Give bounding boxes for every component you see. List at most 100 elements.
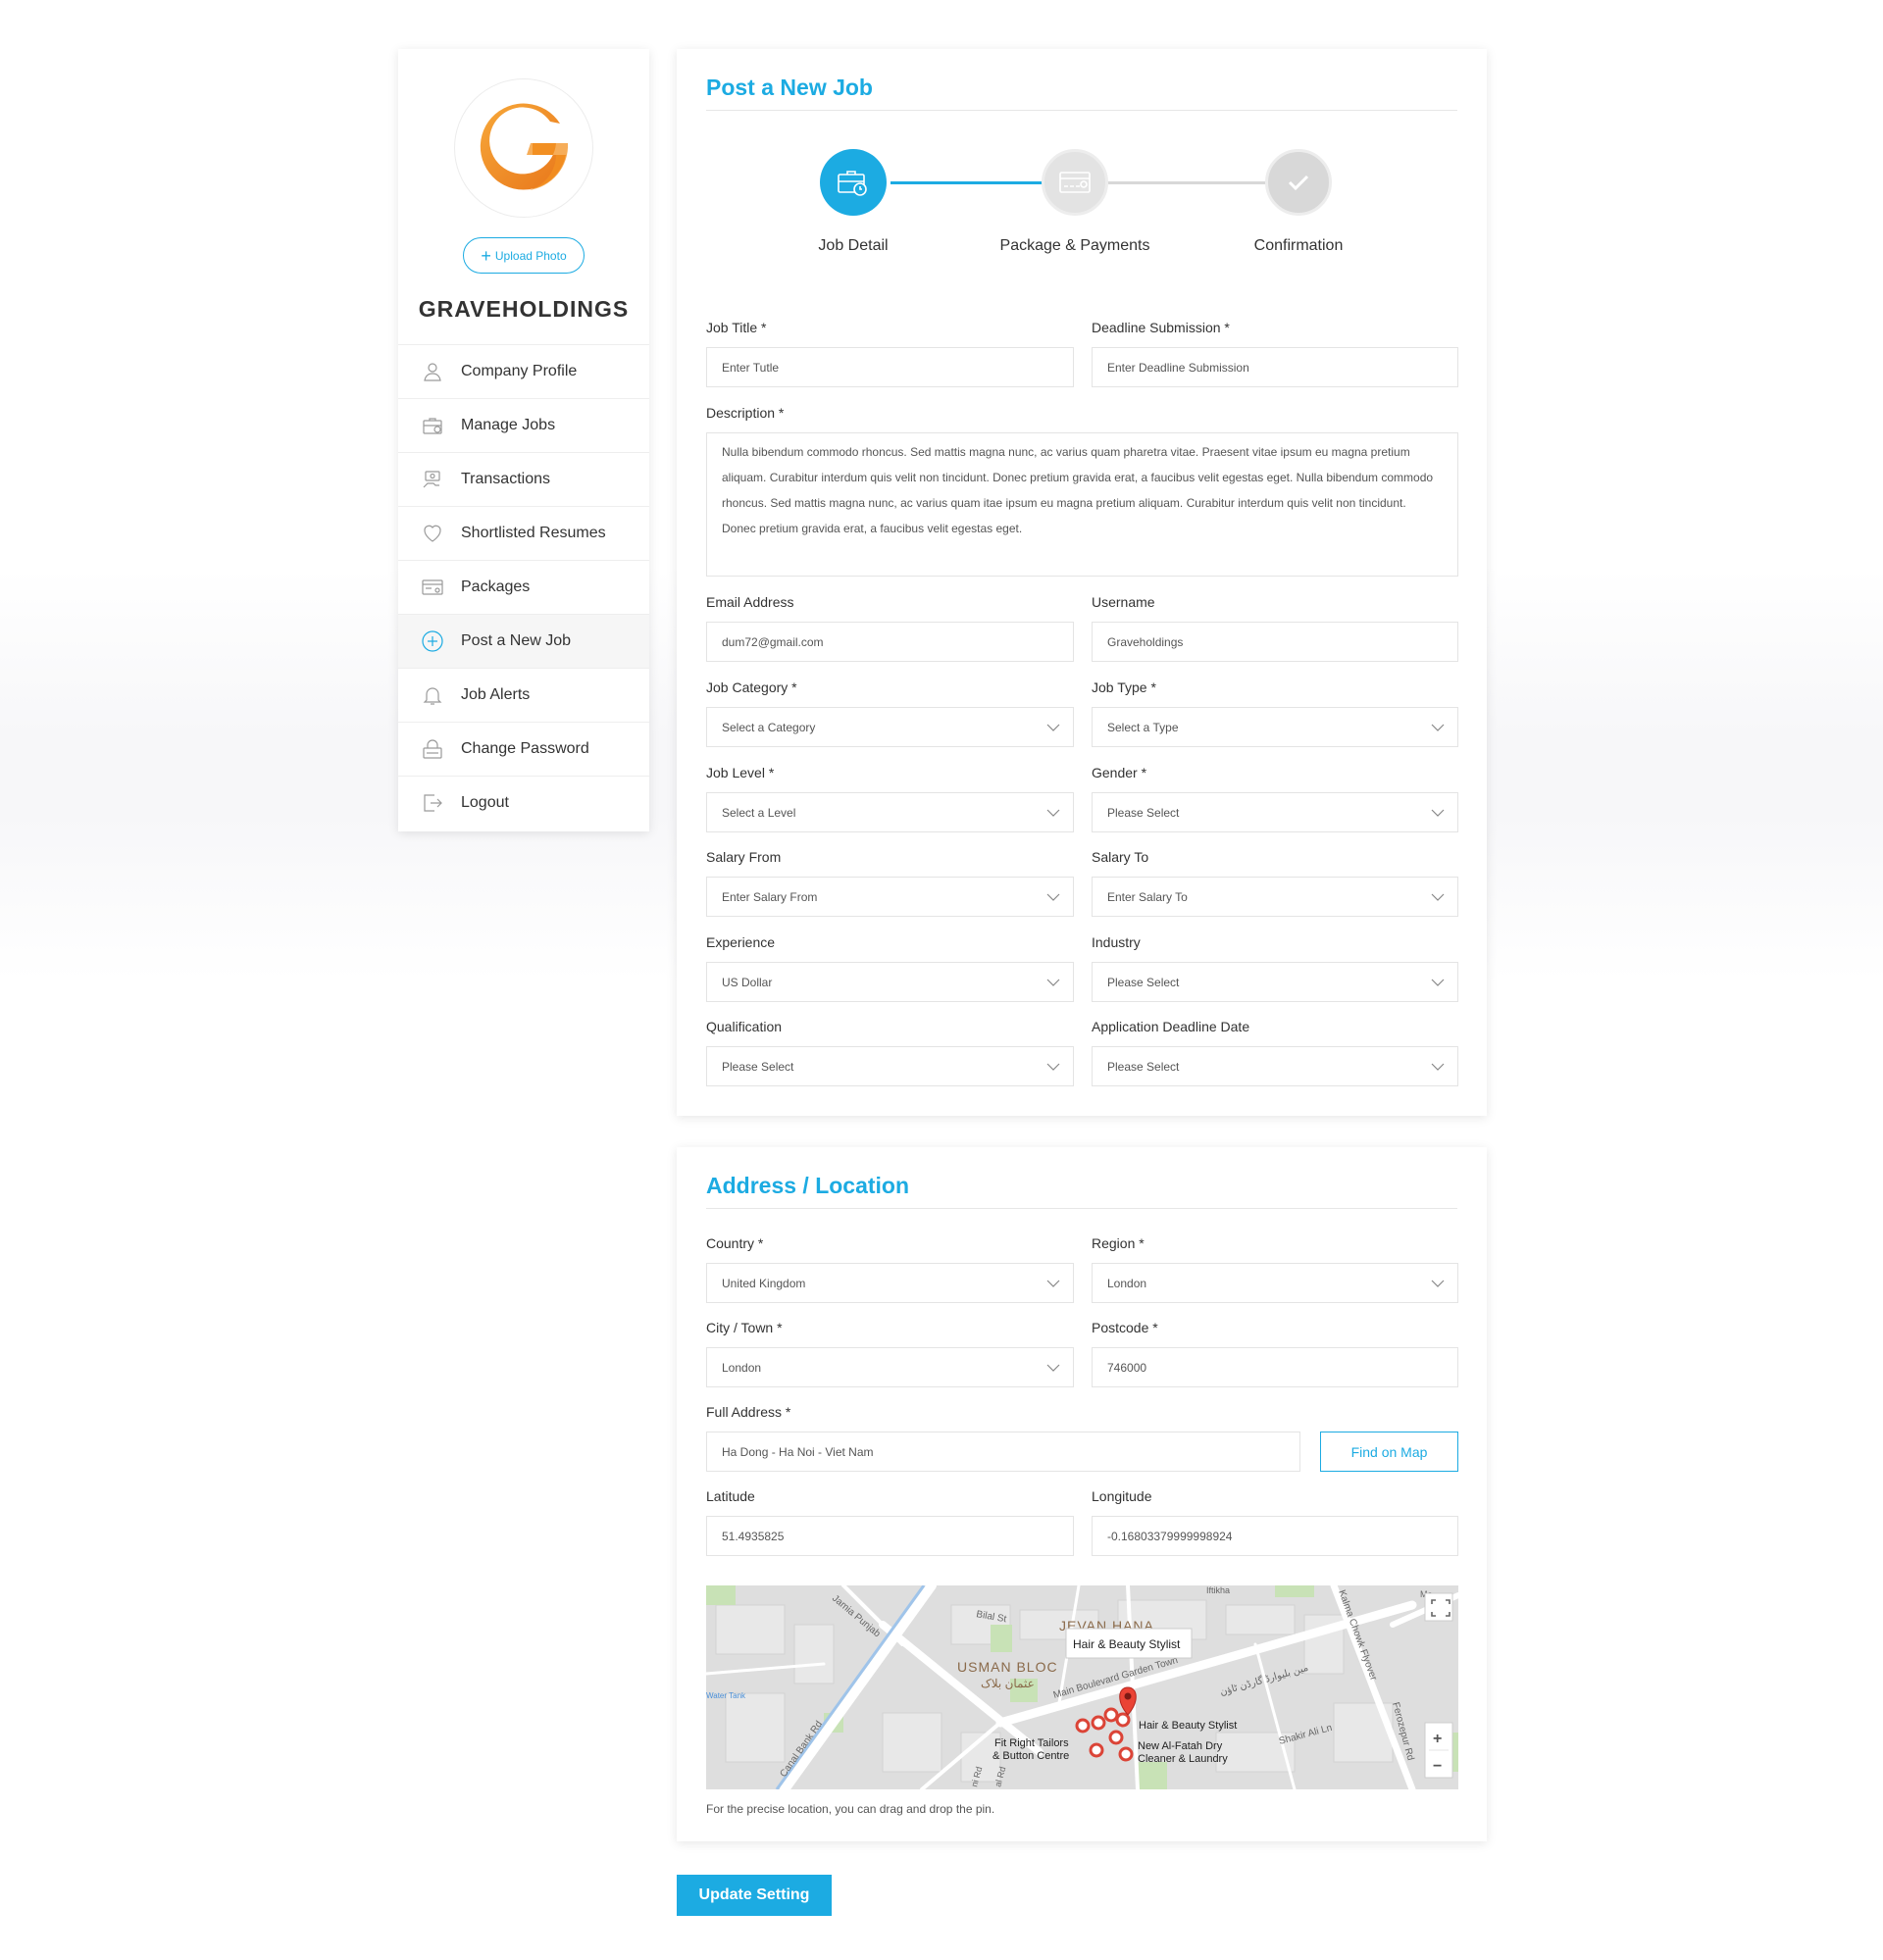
qualification-value: Please Select: [722, 1059, 794, 1074]
upload-photo-label: Upload Photo: [494, 248, 567, 263]
company-name: GRAVEHOLDINGS: [418, 296, 630, 322]
country-value: United Kingdom: [722, 1276, 806, 1290]
salary-from-select[interactable]: Enter Salary From: [706, 877, 1074, 917]
chevron-down-icon: [1046, 724, 1060, 731]
region-select[interactable]: London: [1092, 1263, 1458, 1303]
sidebar-item-company-profile[interactable]: Company Profile: [398, 344, 649, 398]
user-icon: [418, 360, 447, 383]
update-setting-button[interactable]: Update Setting: [677, 1875, 832, 1916]
upload-photo-button[interactable]: + Upload Photo: [463, 237, 585, 274]
chevron-down-icon: [1431, 1063, 1445, 1071]
step-label-package-payments: Package & Payments: [999, 237, 1150, 254]
find-on-map-button[interactable]: Find on Map: [1320, 1432, 1458, 1472]
full-address-label: Full Address *: [706, 1404, 791, 1420]
chevron-down-icon: [1046, 809, 1060, 817]
postcode-field[interactable]: 746000: [1092, 1347, 1458, 1387]
category-select[interactable]: Select a Category: [706, 707, 1074, 747]
map-instruction-note: For the precise location, you can drag a…: [706, 1802, 995, 1816]
experience-label: Experience: [706, 934, 776, 950]
step-job-detail[interactable]: [820, 149, 887, 216]
qualification-select[interactable]: Please Select: [706, 1046, 1074, 1086]
sidebar-item-transactions[interactable]: Transactions: [398, 452, 649, 506]
industry-label: Industry: [1092, 934, 1141, 950]
zoom-out-button[interactable]: −: [1433, 1758, 1442, 1775]
job-title-label: Job Title *: [706, 320, 767, 335]
industry-select[interactable]: Please Select: [1092, 962, 1458, 1002]
chevron-down-icon: [1046, 1063, 1060, 1071]
divider: [706, 110, 1457, 111]
latitude-value: 51.4935825: [722, 1529, 785, 1543]
app-deadline-label: Application Deadline Date: [1092, 1019, 1250, 1034]
zoom-in-button[interactable]: +: [1433, 1731, 1442, 1747]
map-zoom-controls[interactable]: + −: [1424, 1722, 1453, 1779]
divider: [706, 1208, 1457, 1209]
longitude-label: Longitude: [1092, 1488, 1152, 1504]
latitude-label: Latitude: [706, 1488, 755, 1504]
plus-icon: +: [481, 245, 491, 266]
map-fullscreen-icon[interactable]: [1424, 1592, 1453, 1622]
city-label: City / Town *: [706, 1320, 783, 1335]
username-field[interactable]: Graveholdings: [1092, 622, 1458, 662]
salary-to-select[interactable]: Enter Salary To: [1092, 877, 1458, 917]
salary-to-label: Salary To: [1092, 849, 1149, 865]
sidebar-item-label: Transactions: [461, 471, 550, 487]
level-select[interactable]: Select a Level: [706, 792, 1074, 832]
level-value: Select a Level: [722, 805, 796, 820]
sidebar-item-label: Job Alerts: [461, 686, 531, 703]
sidebar-item-post-a-new-job[interactable]: Post a New Job: [398, 614, 649, 668]
category-label: Job Category *: [706, 679, 797, 695]
sidebar-item-job-alerts[interactable]: Job Alerts: [398, 668, 649, 722]
logout-icon: [418, 791, 447, 815]
job-title-input[interactable]: Enter Tutle: [706, 347, 1074, 387]
city-select[interactable]: London: [706, 1347, 1074, 1387]
latitude-field[interactable]: 51.4935825: [706, 1516, 1074, 1556]
chevron-down-icon: [1046, 893, 1060, 901]
gender-label: Gender *: [1092, 765, 1147, 780]
app-deadline-select[interactable]: Please Select: [1092, 1046, 1458, 1086]
sidebar-item-packages[interactable]: Packages: [398, 560, 649, 614]
step-confirmation[interactable]: [1265, 149, 1332, 216]
country-label: Country *: [706, 1235, 764, 1251]
step-connector-active: [891, 181, 1061, 184]
region-label: Region *: [1092, 1235, 1145, 1251]
sidebar-item-logout[interactable]: Logout: [398, 776, 649, 829]
deadline-input[interactable]: Enter Deadline Submission: [1092, 347, 1458, 387]
map-canvas[interactable]: Jamia Punjab Bilal St Main Boulevard Gar…: [706, 1585, 1458, 1789]
country-select[interactable]: United Kingdom: [706, 1263, 1074, 1303]
map-label-water-tank: Water Tank: [706, 1691, 746, 1700]
map-poi-stylist: Hair & Beauty Stylist: [1139, 1720, 1237, 1732]
salary-from-value: Enter Salary From: [722, 889, 818, 904]
step-package-payments[interactable]: [1042, 149, 1108, 216]
longitude-field[interactable]: -0.16803379999998924: [1092, 1516, 1458, 1556]
gender-value: Please Select: [1107, 805, 1180, 820]
level-label: Job Level *: [706, 765, 775, 780]
location-map[interactable]: Jamia Punjab Bilal St Main Boulevard Gar…: [706, 1585, 1458, 1789]
checkmark-icon: [1288, 175, 1309, 191]
address-title: Address / Location: [706, 1173, 910, 1198]
g-logo-icon: [480, 103, 569, 190]
step-label-confirmation: Confirmation: [1253, 237, 1344, 254]
sidebar-item-label: Post a New Job: [461, 632, 572, 649]
sidebar-item-label: Company Profile: [461, 363, 578, 379]
experience-select[interactable]: US Dollar: [706, 962, 1074, 1002]
job-title-placeholder: Enter Tutle: [722, 360, 780, 375]
map-poi-laundry: New Al-Fatah Dry Cleaner & Laundry: [1138, 1740, 1228, 1765]
gender-select[interactable]: Please Select: [1092, 792, 1458, 832]
lock-icon: [418, 737, 447, 761]
sidebar-item-manage-jobs[interactable]: Manage Jobs: [398, 398, 649, 452]
experience-value: US Dollar: [722, 975, 773, 989]
email-value: dum72@gmail.com: [722, 634, 824, 649]
category-value: Select a Category: [722, 720, 816, 734]
type-label: Job Type *: [1092, 679, 1156, 695]
chevron-down-icon: [1431, 724, 1445, 731]
sidebar-item-change-password[interactable]: Change Password: [398, 722, 649, 776]
sidebar-item-shortlisted-resumes[interactable]: Shortlisted Resumes: [398, 506, 649, 560]
app-deadline-value: Please Select: [1107, 1059, 1180, 1074]
email-field[interactable]: dum72@gmail.com: [706, 622, 1074, 662]
full-address-field[interactable]: Ha Dong - Ha Noi - Viet Nam: [706, 1432, 1300, 1472]
card-icon: [418, 576, 447, 599]
heart-icon: [418, 522, 447, 545]
description-textarea[interactable]: Nulla bibendum commodo rhoncus. Sed matt…: [706, 432, 1458, 577]
description-label: Description *: [706, 405, 785, 421]
type-select[interactable]: Select a Type: [1092, 707, 1458, 747]
